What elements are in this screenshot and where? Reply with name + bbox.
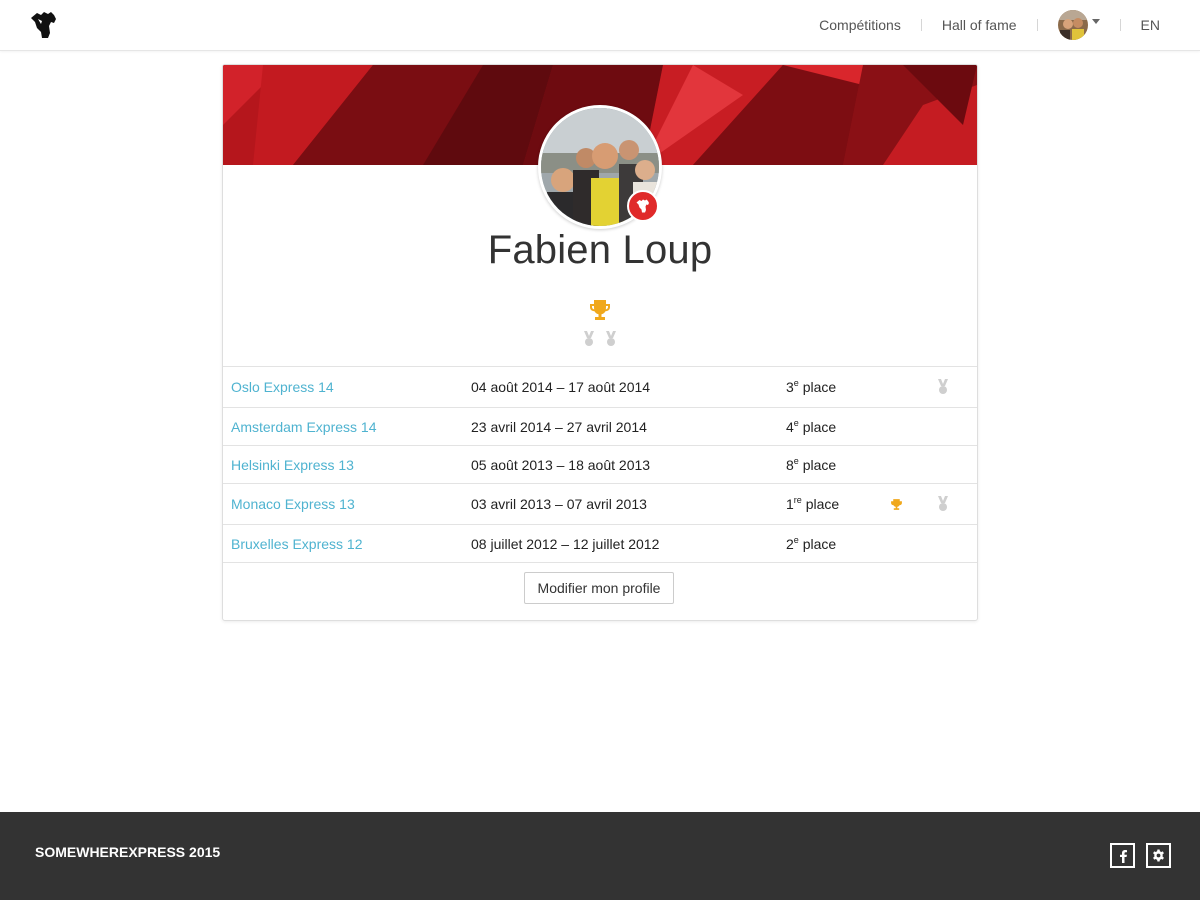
placement: 2e place <box>786 534 837 552</box>
language-switch[interactable]: EN <box>1121 17 1160 33</box>
medal-icon <box>584 331 594 346</box>
raised-fist-icon[interactable] <box>28 10 60 40</box>
competition-dates: 23 avril 2014 – 27 avril 2014 <box>471 418 647 435</box>
competition-link[interactable]: Monaco Express 13 <box>231 484 355 524</box>
table-row: Amsterdam Express 14 23 avril 2014 – 27 … <box>223 407 977 445</box>
profile-card: Fabien Loup Oslo Express 14 04 août 2014… <box>222 64 978 621</box>
competition-dates: 05 août 2013 – 18 août 2013 <box>471 456 651 473</box>
top-navbar: Compétitions Hall of fame EN <box>0 0 1200 51</box>
footer-copyright: SOMEWHEREXPRESS 2015 <box>35 844 221 860</box>
raised-fist-icon <box>636 199 649 213</box>
trophy-icon <box>590 300 610 320</box>
nav-menu: Compétitions Hall of fame EN <box>799 0 1160 50</box>
medal-icon <box>606 331 616 346</box>
placement: 3e place <box>786 378 837 395</box>
medal-icon <box>937 484 949 524</box>
table-row: Bruxelles Express 12 08 juillet 2012 – 1… <box>223 524 977 563</box>
medal-icon <box>937 367 949 407</box>
member-badge <box>627 190 659 222</box>
gear-icon[interactable] <box>1146 843 1171 868</box>
medal-summary <box>583 331 617 347</box>
profile-name: Fabien Loup <box>487 228 713 272</box>
table-row: Monaco Express 13 03 avril 2013 – 07 avr… <box>223 483 977 524</box>
competition-dates: 08 juillet 2012 – 12 juillet 2012 <box>471 535 660 552</box>
user-avatar-icon <box>1057 10 1088 40</box>
competition-link[interactable]: Oslo Express 14 <box>231 367 334 407</box>
table-row: Oslo Express 14 04 août 2014 – 17 août 2… <box>223 366 977 407</box>
placement: 8e place <box>786 455 837 473</box>
table-row: Helsinki Express 13 05 août 2013 – 18 ao… <box>223 445 977 483</box>
competition-dates: 04 août 2014 – 17 août 2014 <box>471 379 651 395</box>
nav-link-competitions[interactable]: Compétitions <box>799 17 921 33</box>
competition-link[interactable]: Helsinki Express 13 <box>231 446 354 483</box>
chevron-down-icon <box>1091 18 1100 24</box>
competition-link[interactable]: Bruxelles Express 12 <box>231 525 363 562</box>
placement: 4e place <box>786 417 837 435</box>
edit-profile-button[interactable]: Modifier mon profile <box>524 572 674 604</box>
facebook-icon[interactable] <box>1110 843 1135 868</box>
placement: 1 re place <box>786 495 840 512</box>
trophy-icon <box>890 484 903 524</box>
user-menu-toggle[interactable] <box>1038 10 1120 40</box>
footer: SOMEWHEREXPRESS 2015 <box>0 812 1200 900</box>
results-table: Oslo Express 14 04 août 2014 – 17 août 2… <box>223 366 977 563</box>
competition-link[interactable]: Amsterdam Express 14 <box>231 408 377 445</box>
nav-link-hall-of-fame[interactable]: Hall of fame <box>922 17 1037 33</box>
competition-dates: 03 avril 2013 – 07 avril 2013 <box>471 496 647 512</box>
